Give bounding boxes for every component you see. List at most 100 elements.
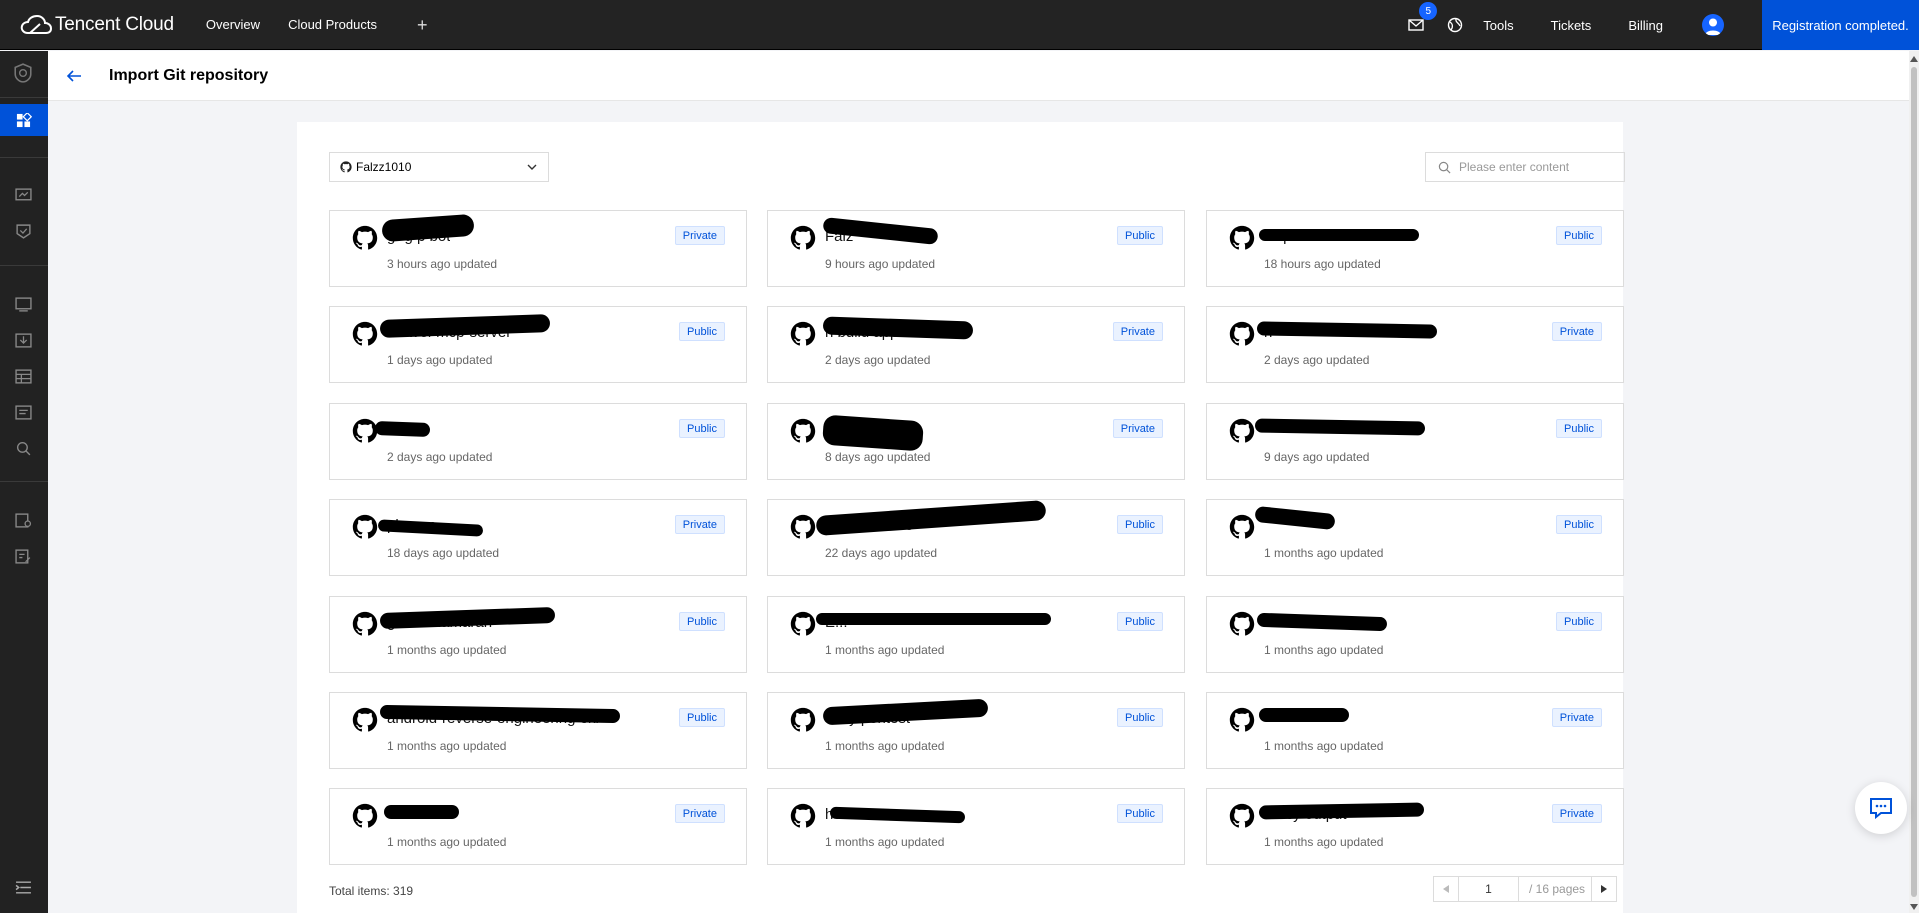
add-shortcut-button[interactable]: + (417, 16, 428, 34)
repository-updated-time: 2 days ago updated (1264, 353, 1370, 367)
page-scrollbar[interactable] (1909, 51, 1919, 913)
prev-page-button[interactable] (1434, 877, 1459, 901)
redaction-scribble (379, 314, 551, 338)
nav-tickets[interactable]: Tickets (1551, 18, 1592, 33)
nav-overview[interactable]: Overview (206, 17, 260, 32)
back-arrow-icon[interactable] (66, 69, 82, 83)
repository-updated-time: 18 days ago updated (387, 546, 500, 560)
repository-updated-time: 2 days ago updated (387, 450, 493, 464)
search-box[interactable] (1425, 152, 1625, 182)
user-avatar[interactable] (1702, 14, 1724, 36)
list-document-icon[interactable] (12, 403, 34, 421)
tencent-cloud-logo-icon (20, 14, 52, 34)
github-icon (1229, 803, 1255, 828)
github-icon (1229, 514, 1255, 539)
language-globe-icon[interactable] (1447, 17, 1463, 33)
repository-card[interactable]: h2 days ago updatedPrivate (1206, 306, 1624, 383)
owner-select[interactable]: Falzz1010 (329, 152, 549, 182)
product-logo-icon[interactable] (12, 63, 34, 83)
repository-card[interactable]: ub-Profile-Co22 days ago updatedPublic (767, 499, 1185, 576)
repository-card[interactable]: 1 months ago updated Private (329, 788, 747, 865)
redaction-scribble (1258, 802, 1425, 820)
table-icon[interactable] (12, 367, 34, 385)
nav-billing[interactable]: Billing (1628, 18, 1663, 33)
repository-card[interactable]: 2 days ago updated Public (329, 403, 747, 480)
repository-card[interactable]: ple app18 days ago updatedPrivate (329, 499, 747, 576)
repository-card[interactable]: 9 days ago updated Public (1206, 403, 1624, 480)
download-icon[interactable] (12, 331, 34, 349)
repository-card[interactable]: laravel-mcp-server1 days ago updatedPubl… (329, 306, 747, 383)
visibility-badge: Public (679, 612, 725, 631)
monitor-chart-icon[interactable] (12, 186, 34, 204)
page-count: / 16 pages (1529, 882, 1586, 896)
redaction-scribble (816, 613, 1051, 625)
github-icon (352, 225, 378, 250)
github-icon (352, 803, 378, 828)
repository-updated-time: 1 months ago updated (825, 739, 945, 753)
mail-icon (1408, 19, 1424, 31)
repository-updated-time: 3 hours ago updated (387, 257, 498, 271)
nav-cloud-products[interactable]: Cloud Products (288, 17, 377, 32)
visibility-badge: Private (1112, 419, 1163, 438)
registration-status-button[interactable]: Registration completed. (1762, 0, 1919, 50)
redaction-scribble (381, 213, 475, 243)
sidebar-divider (0, 481, 48, 482)
display-icon[interactable] (12, 295, 34, 313)
messages-button[interactable]: 5 (1407, 2, 1438, 34)
page-number-input[interactable] (1459, 877, 1519, 901)
search-input[interactable] (1459, 160, 1609, 174)
repository-card[interactable]: Falz 9 hours ago updated Public (767, 210, 1185, 287)
next-page-button[interactable] (1591, 877, 1616, 901)
visibility-badge: Private (1112, 322, 1163, 341)
repository-card[interactable]: g surat-lamaran1 months ago updatedPubli… (329, 596, 747, 673)
chat-support-button[interactable] (1855, 782, 1907, 834)
redaction-scribble (377, 519, 484, 537)
visibility-badge: Public (1117, 515, 1163, 534)
github-icon (352, 611, 378, 636)
visibility-badge: Public (1556, 226, 1602, 245)
repository-card[interactable]: folio o8 days ago updatedPrivate (767, 403, 1185, 480)
brand-name: Tencent Cloud (55, 13, 174, 35)
menu-collapse-icon[interactable] (12, 878, 34, 896)
search-icon[interactable] (12, 439, 34, 457)
repository-card[interactable]: c my pentest1 months ago updatedPublic (767, 692, 1185, 769)
scroll-up-arrow-icon[interactable] (1910, 56, 1918, 62)
user-icon (1705, 18, 1721, 35)
github-icon (790, 418, 816, 443)
brand-logo[interactable]: Tencent Cloud (20, 0, 174, 50)
caret-right-icon (1601, 885, 1607, 893)
repository-card[interactable]: ited OCR1 months ago updatedPublic (1206, 596, 1624, 673)
redaction-scribble (1256, 321, 1438, 339)
repository-updated-time: 9 days ago updated (1264, 450, 1370, 464)
scroll-thumb[interactable] (1911, 67, 1917, 897)
owner-select-value: Falzz1010 (356, 160, 412, 174)
github-icon (352, 707, 378, 732)
github-icon (1229, 225, 1255, 250)
repository-card[interactable]: E...1 months ago updatedPublic (767, 596, 1185, 673)
visibility-badge: Public (1556, 515, 1602, 534)
visibility-badge: Public (679, 322, 725, 341)
scroll-down-arrow-icon[interactable] (1910, 904, 1918, 910)
repository-card[interactable]: android-reverse-engineering-ski1 months … (329, 692, 747, 769)
chevron-down-icon (527, 164, 537, 170)
repository-updated-time: 18 hours ago updated (1264, 257, 1381, 271)
repository-card[interactable]: host live1 months ago updatedPublic (767, 788, 1185, 865)
repository-updated-time: 1 months ago updated (825, 835, 945, 849)
repository-card[interactable]: dercy output1 months ago updatedPrivate (1206, 788, 1624, 865)
repository-card[interactable]: n build app2 days ago updatedPrivate (767, 306, 1185, 383)
visibility-badge: Private (674, 226, 725, 245)
nav-tools[interactable]: Tools (1483, 18, 1513, 33)
github-icon (1229, 611, 1255, 636)
edit-document-icon[interactable] (12, 547, 34, 565)
github-icon (790, 707, 816, 732)
repository-card[interactable]: gr g p bot3 hours ago updatedPrivate (329, 210, 747, 287)
sidebar-divider (0, 157, 48, 158)
shield-check-icon[interactable] (12, 222, 34, 240)
github-icon (1229, 707, 1255, 732)
repository-card[interactable]: 1 months ago updated Public (1206, 499, 1624, 576)
github-icon (790, 225, 816, 250)
settings-document-icon[interactable] (12, 511, 34, 529)
repository-card[interactable]: 1 months ago updated Private (1206, 692, 1624, 769)
visibility-badge: Public (679, 708, 725, 727)
repository-card[interactable]: Rep18 hours ago updatedPublic (1206, 210, 1624, 287)
